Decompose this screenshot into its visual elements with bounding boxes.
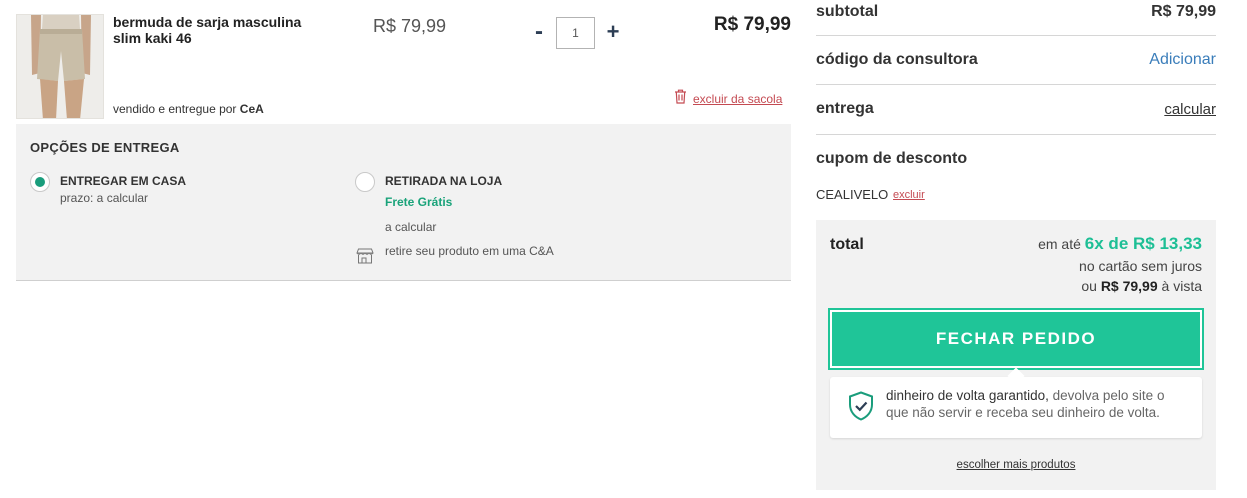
coupon-label: cupom de desconto — [816, 150, 968, 167]
checkout-button[interactable]: FECHAR PEDIDO — [828, 308, 1204, 370]
free-shipping-text: Frete Grátis — [385, 195, 453, 209]
installments-prefix: em até — [1038, 236, 1081, 252]
store-icon — [356, 248, 374, 269]
quantity-decrease-button[interactable]: - — [530, 19, 548, 45]
store-pickup-detail: a calcular — [385, 220, 437, 234]
seller-prefix: vendido e entregue por — [113, 102, 237, 116]
delivery-options-title: OPÇÕES DE ENTREGA — [30, 140, 180, 155]
cash-price: R$ 79,99 — [1100, 278, 1158, 294]
add-consultant-code-link[interactable]: Adicionar — [1149, 51, 1216, 69]
item-total-price: R$ 79,99 — [713, 14, 791, 35]
quantity-input[interactable] — [556, 17, 595, 49]
guarantee-emphasis: dinheiro de volta garantido, — [886, 388, 1049, 403]
seller-name: CeA — [239, 102, 264, 116]
guarantee-text: dinheiro de volta garantido, devolva pel… — [886, 387, 1186, 421]
shipping-row: entrega calcular — [816, 85, 1216, 135]
shield-check-icon — [848, 391, 874, 426]
money-back-guarantee: dinheiro de volta garantido, devolva pel… — [830, 377, 1202, 438]
continue-shopping-link[interactable]: escolher mais produtos — [816, 459, 1216, 471]
total-label: total — [830, 236, 864, 253]
cash-suffix: à vista — [1161, 278, 1202, 294]
subtotal-row: subtotal R$ 79,99 — [816, 0, 1216, 36]
store-pickup-radio[interactable] — [355, 172, 375, 192]
product-image[interactable] — [16, 14, 104, 119]
subtotal-value: R$ 79,99 — [1151, 3, 1216, 20]
store-pickup-label[interactable]: RETIRADA NA LOJA — [385, 174, 502, 188]
product-name[interactable]: bermuda de sarja masculina slim kaki 46 — [113, 14, 328, 46]
trash-icon — [674, 89, 687, 109]
home-delivery-label[interactable]: ENTREGAR EM CASA — [60, 174, 186, 188]
remove-coupon-link[interactable]: excluir — [893, 189, 925, 201]
installments-line: em até 6x de R$ 13,33 — [1038, 234, 1202, 254]
coupon-code: CEALIVELO — [816, 187, 889, 202]
shipping-label: entrega — [816, 100, 874, 117]
calculate-shipping-link[interactable]: calcular — [1164, 101, 1216, 118]
store-pickup-note: retire seu produto em uma C&A — [385, 244, 554, 258]
total-panel: total em até 6x de R$ 13,33 no cartão se… — [816, 220, 1216, 490]
home-delivery-radio[interactable] — [30, 172, 50, 192]
home-delivery-detail: prazo: a calcular — [60, 191, 149, 205]
remove-label: excluir da sacola — [693, 92, 783, 106]
subtotal-label: subtotal — [816, 3, 879, 20]
delivery-options-panel: OPÇÕES DE ENTREGA ENTREGAR EM CASA prazo… — [16, 124, 791, 281]
remove-from-bag-link[interactable]: excluir da sacola — [674, 89, 782, 109]
installments-note: no cartão sem juros — [1079, 258, 1202, 274]
cash-price-line: ou R$ 79,99 à vista — [1081, 278, 1202, 294]
cash-prefix: ou — [1081, 278, 1097, 294]
consultant-code-row: código da consultora Adicionar — [816, 36, 1216, 85]
unit-price: R$ 79,99 — [373, 16, 447, 36]
quantity-increase-button[interactable]: + — [603, 19, 623, 45]
seller-info: vendido e entregue por CeA — [113, 102, 264, 116]
installments-value: 6x de R$ 13,33 — [1084, 234, 1202, 253]
consultant-code-label: código da consultora — [816, 51, 978, 68]
